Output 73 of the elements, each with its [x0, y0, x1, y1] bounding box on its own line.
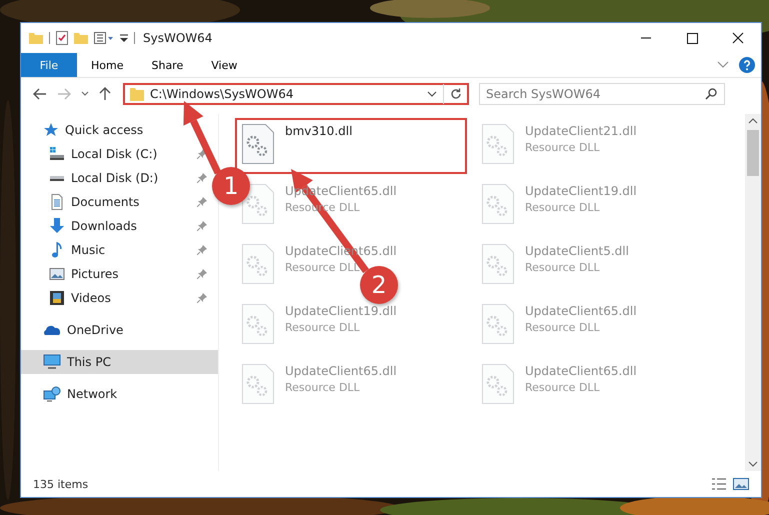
thumbnail-view-icon[interactable]	[733, 477, 749, 491]
pin-icon[interactable]	[197, 149, 207, 159]
caret-icon[interactable]	[81, 91, 89, 97]
file-type: Resource DLL	[525, 141, 601, 154]
item-count: 135 items	[33, 478, 88, 490]
refresh-icon[interactable]	[450, 88, 462, 100]
drive-icon	[50, 176, 64, 180]
pin-icon[interactable]	[197, 245, 207, 255]
pin-icon[interactable]	[197, 293, 207, 303]
nav-item[interactable]: Quick access	[21, 118, 218, 142]
help-icon[interactable]	[739, 57, 755, 73]
nav-item[interactable]: Music	[21, 238, 211, 262]
checklist-icon[interactable]	[56, 31, 68, 45]
file-type: Resource DLL	[525, 381, 601, 394]
folder-icon	[130, 87, 144, 101]
nav-item[interactable]: OneDrive	[21, 318, 218, 342]
properties-icon[interactable]	[94, 32, 114, 44]
pin-icon[interactable]	[197, 221, 207, 231]
scrollbar[interactable]	[745, 114, 761, 471]
document-icon	[49, 194, 65, 210]
drive-icon	[49, 146, 65, 162]
film-icon	[49, 290, 65, 306]
file-name: UpdateClient65.dll	[525, 304, 637, 318]
step-badge: 2	[360, 266, 398, 304]
file-name: bmv310.dll	[285, 124, 352, 138]
file-name: UpdateClient19.dll	[285, 304, 397, 318]
address-path: C:\Windows\SysWOW64	[150, 87, 294, 101]
nav-item[interactable]: Documents	[21, 190, 211, 214]
ribbon-tab[interactable]: Share	[137, 58, 198, 72]
download-icon	[49, 218, 65, 234]
pin-icon[interactable]	[197, 197, 207, 207]
search-icon[interactable]	[705, 88, 717, 100]
file-type: Resource DLL	[525, 321, 601, 334]
window-title: SysWOW64	[143, 31, 212, 45]
file-item[interactable]: bmv310.dll	[235, 118, 467, 174]
step-badge: 1	[212, 167, 250, 205]
file-name: UpdateClient65.dll	[285, 364, 397, 378]
file-name: UpdateClient21.dll	[525, 124, 637, 138]
file-name: UpdateClient65.dll	[525, 364, 637, 378]
ribbon-tab[interactable]: View	[197, 58, 252, 72]
star-icon	[43, 122, 59, 138]
nav-item[interactable]: Local Disk (D:)	[21, 166, 211, 190]
network-icon	[43, 386, 61, 402]
scroll-up-icon[interactable]	[748, 118, 758, 124]
up-icon[interactable]	[99, 87, 111, 101]
dropdown-icon[interactable]	[427, 91, 437, 97]
address-bar[interactable]: C:\Windows\SysWOW64	[123, 83, 469, 105]
customize-icon[interactable]	[120, 33, 128, 43]
pictures-icon	[49, 266, 65, 282]
monitor-icon	[43, 354, 61, 370]
pin-icon[interactable]	[197, 173, 207, 183]
file-type: Resource DLL	[525, 261, 601, 274]
back-icon[interactable]	[33, 88, 47, 100]
details-view-icon[interactable]	[711, 477, 727, 491]
ribbon-tab[interactable]: Home	[77, 58, 138, 72]
nav-item[interactable]: This PC	[21, 350, 218, 374]
nav-item[interactable]: Videos	[21, 286, 211, 310]
file-name: UpdateClient5.dll	[525, 244, 629, 258]
file-type: Resource DLL	[525, 201, 601, 214]
chevron-icon[interactable]	[717, 61, 729, 69]
nav-item[interactable]: Pictures	[21, 262, 211, 286]
nav-item[interactable]: Local Disk (C:)	[21, 142, 211, 166]
file-name: UpdateClient19.dll	[525, 184, 637, 198]
nav-item[interactable]: Downloads	[21, 214, 211, 238]
scroll-down-icon[interactable]	[748, 461, 758, 467]
search-field[interactable]: Search SysWOW64	[479, 83, 725, 105]
file-type: Resource DLL	[285, 261, 361, 274]
file-tab[interactable]: File	[21, 53, 77, 77]
scroll-thumb[interactable]	[747, 130, 759, 176]
nav-item[interactable]: Network	[21, 382, 218, 406]
file-type: Resource DLL	[285, 321, 361, 334]
pin-icon[interactable]	[197, 269, 207, 279]
file-type: Resource DLL	[285, 381, 361, 394]
